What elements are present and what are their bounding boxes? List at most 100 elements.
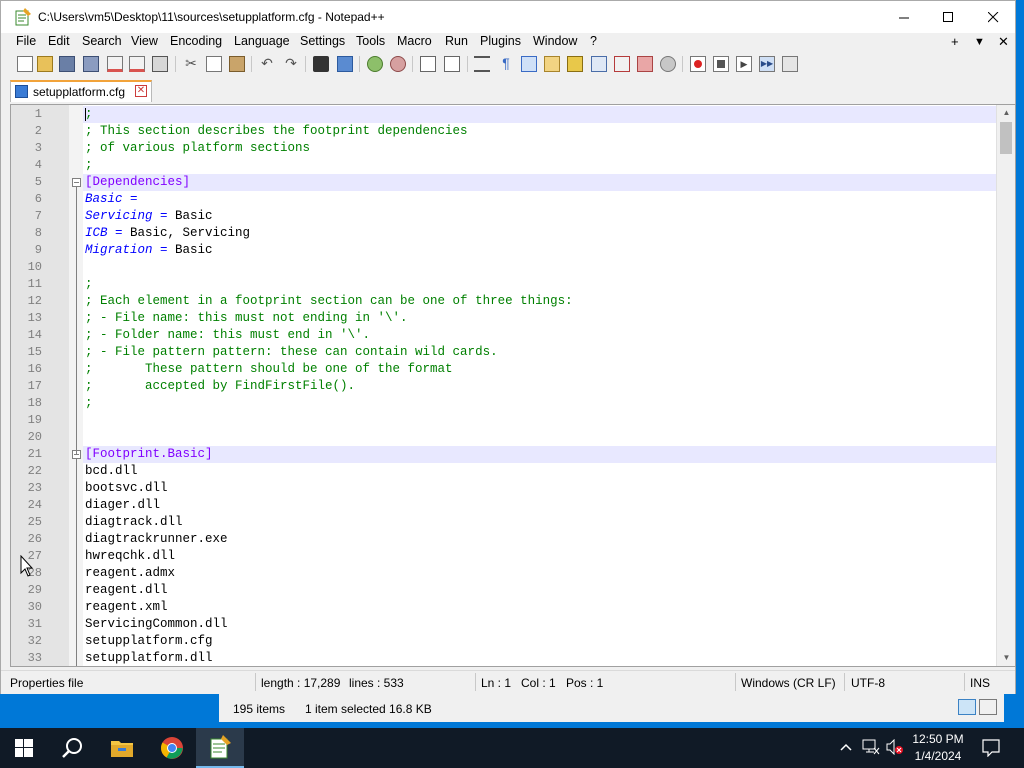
code-line[interactable]: Migration = Basic (83, 242, 997, 259)
code-line[interactable]: bcd.dll (83, 463, 997, 480)
close-tab-button[interactable]: ✕ (998, 34, 1009, 50)
minimize-button[interactable] (881, 1, 927, 33)
code-line[interactable]: setupplatform.dll (83, 650, 997, 666)
zoom-out-icon[interactable] (390, 56, 406, 72)
save-all-icon[interactable] (83, 56, 99, 72)
play-macro-icon[interactable]: ▶ (736, 56, 752, 72)
replace-icon[interactable] (337, 56, 353, 72)
code-line[interactable]: reagent.admx (83, 565, 997, 582)
large-icons-view-icon[interactable] (979, 699, 997, 715)
code-line[interactable]: ICB = Basic, Servicing (83, 225, 997, 242)
scroll-down-icon[interactable]: ▼ (997, 650, 1015, 666)
folder-workspace-icon[interactable] (614, 56, 630, 72)
menu-settings[interactable]: Settings (300, 34, 345, 48)
eol-format[interactable]: Windows (CR LF) (741, 676, 836, 690)
code-line[interactable]: ; - File name: this must not ending in '… (83, 310, 997, 327)
menu-language[interactable]: Language (234, 34, 290, 48)
network-icon[interactable] (862, 739, 880, 755)
menu-tools[interactable]: Tools (356, 34, 385, 48)
zoom-in-icon[interactable] (367, 56, 383, 72)
start-button[interactable] (0, 728, 48, 768)
code-line[interactable]: diagtrackrunner.exe (83, 531, 997, 548)
new-tab-button[interactable]: + (951, 34, 959, 49)
undo-icon[interactable]: ↶ (259, 56, 275, 72)
menu-search[interactable]: Search (82, 34, 122, 48)
menu-macro[interactable]: Macro (397, 34, 432, 48)
open-file-icon[interactable] (37, 56, 53, 72)
sync-vertical-icon[interactable] (420, 56, 436, 72)
sync-horizontal-icon[interactable] (444, 56, 460, 72)
print-icon[interactable] (152, 56, 168, 72)
scrollbar-thumb[interactable] (1000, 122, 1012, 154)
udl-icon[interactable] (544, 56, 560, 72)
code-line[interactable]: Basic = (83, 191, 997, 208)
code-line[interactable]: diagtrack.dll (83, 514, 997, 531)
code-line[interactable] (83, 412, 997, 429)
code-line[interactable]: ; accepted by FindFirstFile(). (83, 378, 997, 395)
show-all-chars-icon[interactable]: ¶ (498, 56, 514, 72)
chevron-up-icon[interactable] (840, 742, 852, 752)
menu-file[interactable]: File (16, 34, 36, 48)
doc-map-icon[interactable] (567, 56, 583, 72)
code-line[interactable]: [Dependencies] (83, 174, 997, 191)
close-doc-icon[interactable] (107, 56, 123, 72)
code-line[interactable]: ; Each element in a footprint section ca… (83, 293, 997, 310)
find-icon[interactable] (313, 56, 329, 72)
code-line[interactable]: ; - Folder name: this must end in '\'. (83, 327, 997, 344)
code-line[interactable]: [Footprint.Basic] (83, 446, 997, 463)
menu-run[interactable]: Run (445, 34, 468, 48)
maximize-button[interactable] (925, 1, 971, 33)
close-button[interactable] (970, 1, 1016, 33)
menu-view[interactable]: View (131, 34, 158, 48)
tab-setupplatform-cfg[interactable]: setupplatform.cfg ✕ (10, 80, 152, 102)
copy-icon[interactable] (206, 56, 222, 72)
save-icon[interactable] (59, 56, 75, 72)
run-macro-multiple-icon[interactable]: ▶▶ (759, 56, 775, 72)
code-line[interactable]: bootsvc.dll (83, 480, 997, 497)
document-list-icon[interactable] (637, 56, 653, 72)
code-line[interactable]: Servicing = Basic (83, 208, 997, 225)
clock-time[interactable]: 12:50 PM (907, 732, 969, 746)
scroll-up-icon[interactable]: ▲ (997, 105, 1015, 121)
code-line[interactable]: ; This section describes the footprint d… (83, 123, 997, 140)
clock-date[interactable]: 1/4/2024 (907, 749, 969, 763)
code-line[interactable] (83, 429, 997, 446)
word-wrap-icon[interactable] (474, 56, 490, 72)
taskbar-file-explorer[interactable] (98, 728, 146, 768)
menu-window[interactable]: Window (533, 34, 577, 48)
insert-mode[interactable]: INS (970, 676, 990, 690)
code-line[interactable]: reagent.xml (83, 599, 997, 616)
taskbar-notepad-plus-plus[interactable] (196, 728, 244, 768)
code-line[interactable]: ServicingCommon.dll (83, 616, 997, 633)
new-file-icon[interactable] (17, 56, 33, 72)
code-line[interactable]: ; (83, 106, 997, 123)
code-line[interactable]: ; (83, 157, 997, 174)
code-line[interactable]: ; These pattern should be one of the for… (83, 361, 997, 378)
code-line[interactable]: diager.dll (83, 497, 997, 514)
code-line[interactable]: ; - File pattern pattern: these can cont… (83, 344, 997, 361)
code-line[interactable]: hwreqchk.dll (83, 548, 997, 565)
volume-muted-icon[interactable] (886, 739, 904, 755)
menu-plugins[interactable]: Plugins (480, 34, 521, 48)
paste-icon[interactable] (229, 56, 245, 72)
tab-list-button[interactable]: ▼ (974, 36, 985, 48)
title-bar[interactable]: C:\Users\vm5\Desktop\11\sources\setuppla… (1, 1, 1015, 33)
tab-close-icon[interactable]: ✕ (135, 85, 147, 97)
monitoring-icon[interactable] (660, 56, 676, 72)
code-line[interactable]: ; of various platform sections (83, 140, 997, 157)
vertical-scrollbar[interactable]: ▲ ▼ (996, 105, 1015, 666)
fold-toggle-icon[interactable] (72, 178, 81, 187)
save-macro-icon[interactable] (782, 56, 798, 72)
indent-guide-icon[interactable] (521, 56, 537, 72)
notification-icon[interactable] (982, 739, 1000, 757)
taskbar-search-button[interactable] (48, 728, 96, 768)
stop-record-icon[interactable] (713, 56, 729, 72)
code-line[interactable]: setupplatform.cfg (83, 633, 997, 650)
close-all-icon[interactable] (129, 56, 145, 72)
redo-icon[interactable]: ↷ (283, 56, 299, 72)
code-line[interactable]: reagent.dll (83, 582, 997, 599)
cut-icon[interactable]: ✂ (183, 56, 199, 72)
menu-encoding[interactable]: Encoding (170, 34, 222, 48)
code-line[interactable] (83, 259, 997, 276)
details-view-icon[interactable] (958, 699, 976, 715)
